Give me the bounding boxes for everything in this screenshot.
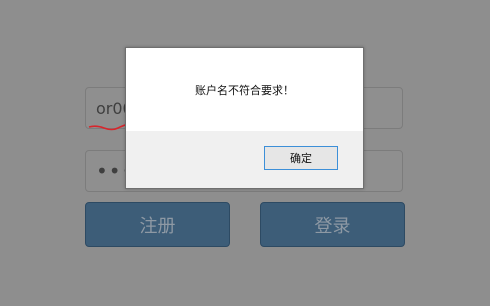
ok-button[interactable]: 确定 bbox=[264, 146, 338, 170]
register-button[interactable]: 注册 bbox=[85, 202, 230, 247]
login-button[interactable]: 登录 bbox=[260, 202, 405, 247]
alert-dialog: 账户名不符合要求！ 确定 bbox=[125, 47, 364, 189]
alert-dialog-footer: 确定 bbox=[126, 131, 363, 188]
alert-dialog-body: 账户名不符合要求！ bbox=[126, 48, 363, 131]
alert-message: 账户名不符合要求！ bbox=[195, 83, 294, 97]
